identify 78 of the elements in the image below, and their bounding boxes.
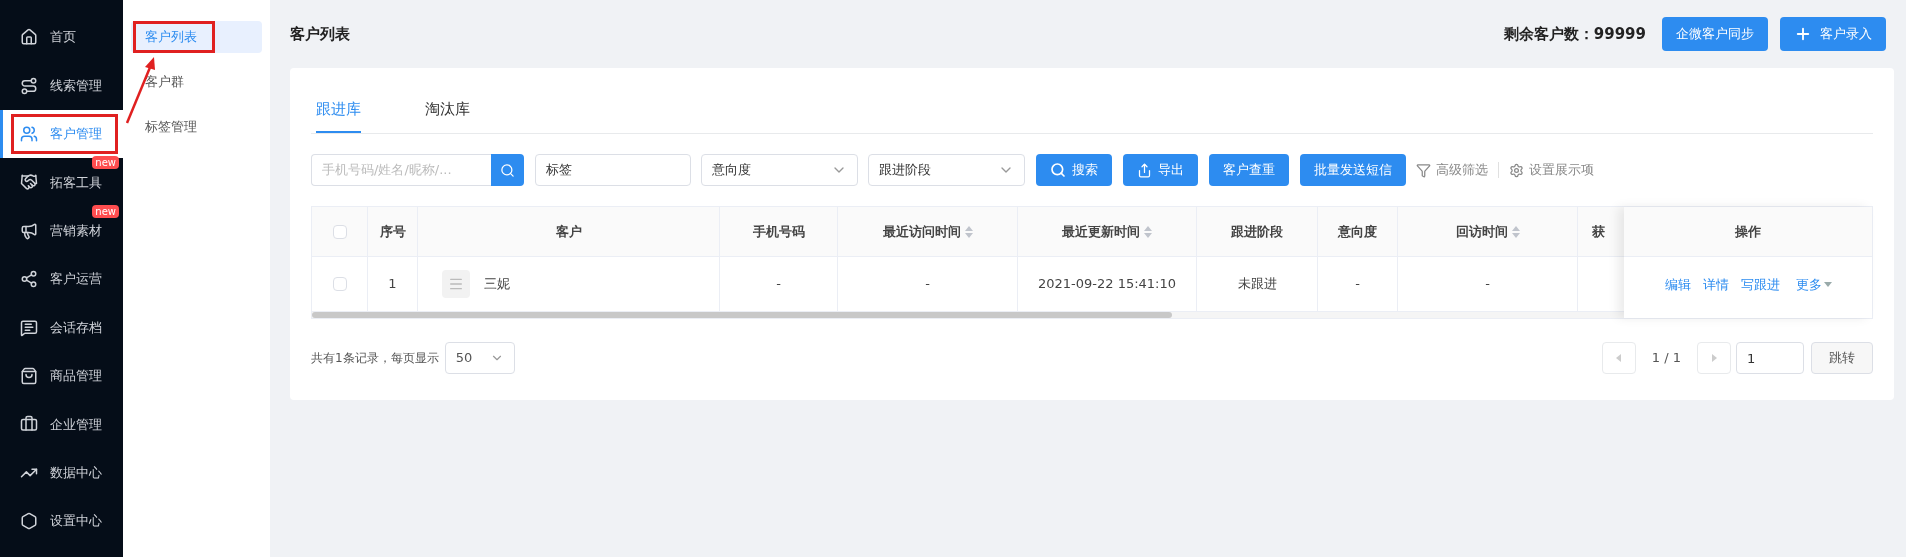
checkbox[interactable]: [332, 224, 347, 239]
new-badge: new: [92, 156, 120, 170]
home-icon: [20, 28, 38, 47]
table-cell: 三妮: [418, 257, 720, 311]
column-header: 序号: [368, 207, 418, 256]
sidebar-item[interactable]: 首页: [0, 24, 124, 51]
column-header: 操作: [1624, 207, 1872, 257]
sort-icon[interactable]: [1511, 225, 1520, 238]
table-cell: -: [838, 257, 1018, 311]
table-cell: -: [720, 257, 838, 311]
megaphone-icon: [20, 221, 38, 240]
tag-field[interactable]: 标签: [535, 154, 691, 186]
sidebar-item[interactable]: 会话存档: [0, 314, 124, 341]
sidebar-item[interactable]: 客户运营: [0, 266, 124, 293]
record-summary: 共有1条记录，每页显示: [311, 350, 439, 367]
row-action-link[interactable]: 编辑: [1664, 274, 1691, 295]
sidebar-item[interactable]: 客户管理: [0, 109, 124, 159]
table-cell: -: [1398, 257, 1578, 311]
row-action-link[interactable]: 详情: [1702, 274, 1729, 295]
briefcase-icon: [20, 415, 38, 434]
handshake-icon: [20, 173, 38, 192]
bag-icon: [20, 366, 38, 385]
table-cell: -: [1318, 257, 1398, 311]
dropdown[interactable]: 跟进阶段: [868, 154, 1025, 186]
next-page-button[interactable]: [1697, 342, 1731, 374]
table-cell: 2021-09-22 15:41:10: [1018, 257, 1197, 311]
avatar-placeholder-icon: [442, 270, 470, 298]
column-header: 意向度: [1318, 207, 1398, 256]
horizontal-scrollbar[interactable]: [312, 312, 1624, 318]
search-icon: [500, 162, 515, 178]
display-settings-link[interactable]: 设置展示项: [1509, 160, 1594, 180]
tab[interactable]: 跟进库: [316, 87, 361, 133]
subnav-item[interactable]: 标签管理: [131, 111, 262, 143]
search-field[interactable]: 手机号码/姓名/昵称/...: [311, 154, 491, 186]
sidebar-item[interactable]: 拓客工具: [0, 169, 124, 196]
checkbox[interactable]: [332, 277, 347, 291]
sidebar-item[interactable]: 设置中心: [0, 508, 124, 535]
sidebar-item[interactable]: 数据中心: [0, 459, 124, 486]
previous-page-button[interactable]: [1601, 342, 1636, 374]
page-size-select[interactable]: 50: [444, 342, 515, 374]
caret-icon: [1823, 282, 1832, 287]
dropdown[interactable]: 意向度: [701, 154, 858, 186]
page-title: 客户列表: [290, 23, 351, 45]
filter-icon: [1416, 162, 1431, 178]
column-header: 客户: [418, 207, 720, 256]
sidebar-item[interactable]: 企业管理: [0, 411, 124, 438]
column-header: 手机号码: [720, 207, 838, 256]
sort-icon[interactable]: [964, 225, 973, 238]
users-icon: [20, 124, 38, 143]
column-header: 最近更新时间: [1018, 207, 1197, 256]
column-header: 回访时间: [1398, 207, 1578, 256]
column-header: 跟进阶段: [1197, 207, 1318, 256]
jump-button[interactable]: 跳转: [1811, 342, 1873, 374]
message-icon: [20, 318, 38, 337]
table-cell: 1: [368, 257, 418, 311]
sort-icon[interactable]: [1144, 225, 1152, 238]
page-jump-field[interactable]: 1: [1736, 342, 1804, 374]
table-cell: 未跟进: [1197, 257, 1318, 311]
search-button[interactable]: [491, 154, 524, 186]
search-icon: [1050, 162, 1066, 178]
sidebar-item[interactable]: 营销素材: [0, 217, 124, 244]
subnav-item[interactable]: 客户群: [131, 66, 262, 98]
column-header: 最近访问时间: [838, 207, 1018, 256]
sidebar-item[interactable]: 商品管理: [0, 362, 124, 389]
more-menu-button[interactable]: 更多: [1795, 274, 1832, 295]
caret-right-icon: [1711, 354, 1717, 362]
route-icon: [20, 76, 38, 95]
sidebar-item[interactable]: 线索管理: [0, 72, 124, 99]
remaining-count: 剩余客户数：99999: [1503, 23, 1646, 45]
export-icon: [1137, 162, 1152, 178]
advanced-filter-link[interactable]: 高级筛选: [1416, 160, 1488, 180]
row-action-link[interactable]: 写跟进: [1740, 274, 1780, 295]
caret-left-icon: [1616, 354, 1622, 362]
plus-icon: [1794, 25, 1812, 43]
page-indicator: 1 / 1: [1651, 349, 1681, 368]
new-badge: new: [92, 204, 120, 218]
network-icon: [20, 270, 38, 289]
tab[interactable]: 淘汰库: [425, 87, 470, 133]
